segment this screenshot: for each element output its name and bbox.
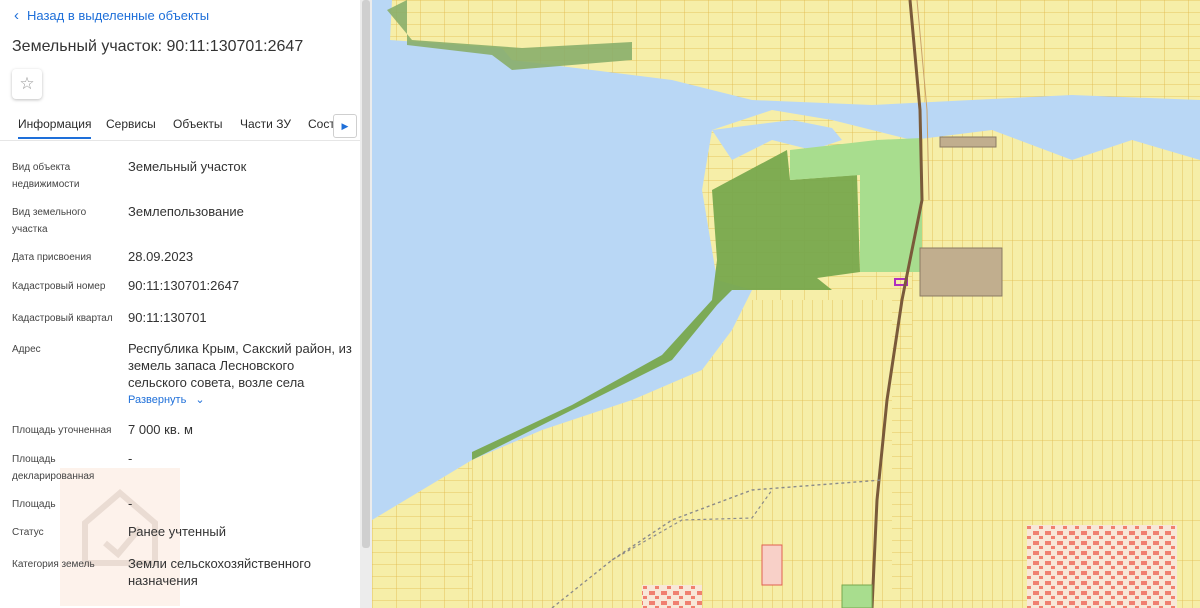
field-label: Статус	[12, 527, 44, 538]
tab-information[interactable]: Информация	[18, 117, 92, 139]
field-label: Вид объекта недвижимости	[12, 162, 80, 190]
address-value: Республика Крым, Сакский район, из земел…	[128, 341, 352, 390]
back-link[interactable]: ‹ Назад в выделенные объекты	[14, 8, 209, 23]
building-plot	[761, 544, 783, 586]
back-link-label: Назад в выделенные объекты	[27, 8, 210, 23]
field-value: Ранее учтенный	[128, 524, 226, 539]
tab-services[interactable]: Сервисы	[106, 117, 156, 131]
field-label: Площадь декларированная	[12, 454, 95, 482]
field-label: Кадастровый квартал	[12, 313, 113, 324]
cadastral-map[interactable]	[372, 0, 1200, 608]
field-label: Вид земельного участка	[12, 207, 87, 235]
tabs-scroll-right-button[interactable]: ▶	[333, 114, 357, 138]
expand-label: Развернуть	[128, 394, 187, 406]
field-label: Площадь уточненная	[12, 425, 112, 436]
field-value: 90:11:130701:2647	[128, 278, 240, 293]
star-icon: ☆	[19, 74, 35, 93]
favorite-button[interactable]: ☆	[12, 69, 42, 99]
chevron-down-icon: ⌄	[195, 394, 205, 406]
field-label: Площадь	[12, 499, 56, 510]
tab-parcel-parts[interactable]: Части ЗУ	[240, 117, 291, 131]
village-houses-west	[642, 585, 702, 608]
chevron-left-icon: ‹	[14, 7, 19, 24]
field-label: Кадастровый номер	[12, 281, 106, 292]
field-value: 7 000 кв. м	[128, 422, 193, 437]
brown-plot-small	[939, 136, 997, 148]
small-green-plot	[841, 584, 873, 608]
village-houses	[1027, 525, 1177, 608]
field-value: Землепользование	[128, 204, 244, 219]
panel-scrollbar-thumb[interactable]	[362, 0, 370, 548]
brown-plot	[919, 247, 1003, 297]
tab-bar: Информация Сервисы Объекты Части ЗУ Сост…	[0, 108, 360, 141]
field-value: Земли сельскохозяйственного назначения	[128, 556, 311, 588]
tab-objects[interactable]: Объекты	[173, 117, 223, 131]
expand-address-link[interactable]: Развернуть ⌄	[128, 393, 205, 406]
field-value: 90:11:130701	[128, 310, 207, 325]
chevron-right-icon: ▶	[341, 120, 349, 131]
page-title: Земельный участок: 90:11:130701:2647	[12, 38, 304, 55]
info-panel: ‹ Назад в выделенные объекты Земельный у…	[0, 0, 360, 608]
field-value: -	[128, 496, 133, 511]
field-value: Земельный участок	[128, 159, 247, 174]
field-label: Адрес	[12, 344, 41, 355]
field-label: Дата присвоения	[12, 252, 92, 263]
field-value: -	[128, 451, 133, 466]
field-value: 28.09.2023	[128, 249, 194, 264]
field-label: Категория земель	[12, 559, 95, 570]
map-canvas[interactable]	[372, 0, 1200, 608]
